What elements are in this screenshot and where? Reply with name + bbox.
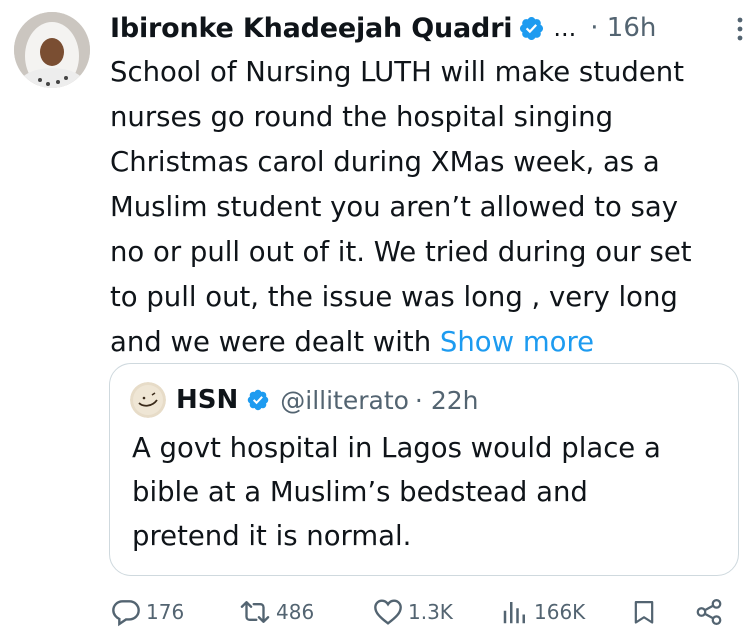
tweet-text-line: School of Nursing LUTH will make student xyxy=(110,56,685,88)
repost-button[interactable]: 486 xyxy=(238,594,314,630)
quoted-author-name[interactable]: HSN xyxy=(176,385,238,415)
views-count: 166K xyxy=(534,600,586,624)
repost-count: 486 xyxy=(276,600,315,624)
like-count: 1.3K xyxy=(408,600,453,624)
tweet-timestamp[interactable]: · 16h xyxy=(590,13,656,43)
tweet-text: School of Nursing LUTH will make student… xyxy=(110,50,740,365)
tweet-text-line: Christmas carol during XMas week, as a xyxy=(110,146,660,178)
heart-icon xyxy=(374,599,402,625)
quoted-tweet-timestamp: · 22h xyxy=(414,385,479,415)
quoted-text-line: bible at a Muslim’s bedstead and xyxy=(132,476,588,508)
like-button[interactable]: 1.3K xyxy=(372,594,453,630)
verified-badge-icon xyxy=(518,15,545,42)
show-more-link[interactable]: Show more xyxy=(440,326,594,358)
quoted-author-handle[interactable]: @illiterato xyxy=(280,386,409,415)
quoted-tweet-text: A govt hospital in Lagos would place a b… xyxy=(132,426,722,558)
tweet-text-line: to pull out, the issue was long , very l… xyxy=(110,281,678,313)
tweet-text-line: no or pull out of it. We tried during ou… xyxy=(110,236,692,268)
quoted-text-line: pretend it is normal. xyxy=(132,520,412,552)
reply-button[interactable]: 176 xyxy=(110,594,184,630)
author-name[interactable]: Ibironke Khadeejah Quadri xyxy=(110,13,513,44)
quoted-tweet-header: HSN @illiterato · 22h xyxy=(130,380,478,420)
tweet-text-tail: and we were dealt with xyxy=(110,326,440,358)
tweet-text-last-line: and we were dealt with Show more xyxy=(110,320,740,365)
tweet-text-line: nurses go round the hospital singing xyxy=(110,101,614,133)
tweet-text-line: Muslim student you aren’t allowed to say xyxy=(110,191,678,223)
bookmark-icon xyxy=(634,600,654,624)
more-options-icon[interactable] xyxy=(734,16,746,42)
share-icon xyxy=(696,599,722,625)
reply-icon xyxy=(112,600,140,627)
quoted-tweet[interactable]: HSN @illiterato · 22h A govt hospital in… xyxy=(109,363,739,576)
tweet: Ibironke Khadeejah Quadri ... · 16h Scho… xyxy=(0,0,755,634)
author-avatar-image xyxy=(14,12,90,88)
repost-icon xyxy=(240,601,270,623)
views-button[interactable]: 166K xyxy=(500,594,585,630)
name-truncation-ellipsis: ... xyxy=(553,14,577,42)
views-chart-icon xyxy=(503,602,525,624)
bookmark-button[interactable] xyxy=(630,594,658,630)
tweet-header: Ibironke Khadeejah Quadri ... · 16h xyxy=(110,6,746,50)
quoted-author-avatar[interactable] xyxy=(130,382,166,418)
quoted-verified-badge-icon xyxy=(246,388,270,412)
quoted-text-line: A govt hospital in Lagos would place a xyxy=(132,432,661,464)
reply-count: 176 xyxy=(146,600,185,624)
author-avatar[interactable] xyxy=(14,12,90,88)
share-button[interactable] xyxy=(694,594,724,630)
tweet-action-bar: 176 486 1.3K 166K xyxy=(110,594,750,630)
quoted-author-avatar-image xyxy=(130,382,166,418)
